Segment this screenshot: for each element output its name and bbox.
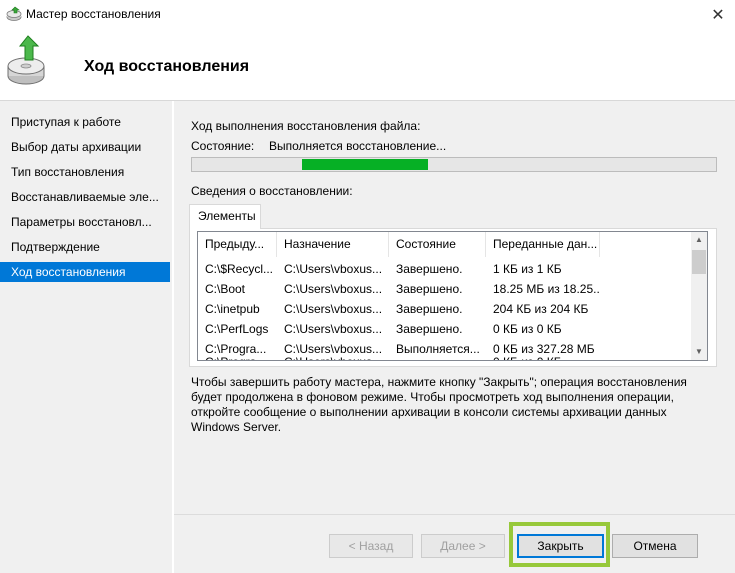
- cell-status: Завершено.: [396, 302, 463, 316]
- sidebar-item-label: Параметры восстановл...: [11, 215, 152, 229]
- scroll-up-icon[interactable]: ▲: [691, 232, 707, 248]
- scroll-down-icon[interactable]: ▼: [691, 344, 707, 360]
- close-button-highlight: [509, 522, 610, 567]
- cell-destination: C:\Users\vboxus...: [284, 282, 383, 296]
- cell-destination: C:\Users\vboxus...: [277, 352, 389, 360]
- cell-destination: C:\Users\vboxus...: [284, 322, 383, 336]
- cell-source: C:\PerfLogs: [205, 322, 269, 336]
- cell-status: Завершено.: [396, 322, 463, 336]
- table-row[interactable]: C:\inetpub C:\Users\vboxus... Завершено.…: [198, 299, 691, 319]
- restore-app-icon: [6, 6, 22, 21]
- sidebar-item-getting-started[interactable]: Приступая к работе: [0, 112, 170, 132]
- wizard-header: Ход восстановления: [0, 30, 735, 100]
- column-header-status[interactable]: Состояние: [389, 232, 486, 257]
- column-header-transferred[interactable]: Переданные дан...: [486, 232, 600, 257]
- table-row[interactable]: C:\$Recycl... C:\Users\vboxus... Заверше…: [198, 259, 691, 279]
- scroll-thumb[interactable]: [692, 250, 706, 274]
- restore-items-table[interactable]: Предыду... Назначение Состояние Переданн…: [197, 231, 708, 361]
- column-header-source[interactable]: Предыду...: [198, 232, 277, 257]
- cancel-button[interactable]: Отмена: [612, 534, 698, 558]
- sidebar-item-label: Приступая к работе: [11, 115, 121, 129]
- table-row[interactable]: C:\PerfLogs C:\Users\vboxus... Завершено…: [198, 319, 691, 339]
- sidebar-item-backup-date[interactable]: Выбор даты архивации: [0, 137, 170, 157]
- cell-source: C:\Progra...: [198, 352, 277, 360]
- cell-status: Завершено.: [396, 262, 463, 276]
- progress-caption: Ход выполнения восстановления файла:: [191, 119, 421, 133]
- details-caption: Сведения о восстановлении:: [191, 184, 353, 198]
- cell-transferred: 0 КБ из 0 КБ: [486, 352, 600, 360]
- sidebar-item-recovery-progress[interactable]: Ход восстановления: [0, 262, 170, 282]
- restore-disk-icon: [7, 35, 45, 85]
- tab-items[interactable]: Элементы: [189, 204, 261, 229]
- cell-destination: C:\Users\vboxus...: [284, 262, 383, 276]
- cell-destination: C:\Users\vboxus...: [284, 302, 383, 316]
- cell-transferred: 1 КБ из 1 КБ: [493, 262, 562, 276]
- close-window-button[interactable]: ✕: [701, 0, 735, 30]
- sidebar-item-label: Тип восстановления: [11, 165, 125, 179]
- cell-status: Завершено.: [396, 282, 463, 296]
- cell-transferred: 18.25 МБ из 18.25...: [493, 282, 600, 296]
- table-row[interactable]: C:\Boot C:\Users\vboxus... Завершено. 18…: [198, 279, 691, 299]
- column-header-destination[interactable]: Назначение: [277, 232, 389, 257]
- table-row[interactable]: C:\Progra... C:\Users\vboxus... 0 КБ из …: [198, 352, 691, 360]
- back-button[interactable]: < Назад: [329, 534, 413, 558]
- cell-transferred: 204 КБ из 204 КБ: [493, 302, 589, 316]
- close-icon: ✕: [711, 7, 725, 24]
- page-title: Ход восстановления: [84, 58, 250, 75]
- cell-source: C:\Boot: [205, 282, 246, 296]
- vertical-scrollbar[interactable]: ▲ ▼: [691, 232, 707, 360]
- cell-source: C:\$Recycl...: [205, 262, 274, 276]
- sidebar-item-confirmation[interactable]: Подтверждение: [0, 237, 170, 257]
- next-button[interactable]: Далее >: [421, 534, 505, 558]
- info-text: Чтобы завершить работу мастера, нажмите …: [191, 375, 687, 434]
- title-bar: Мастер восстановления ✕: [0, 0, 735, 30]
- cell-source: C:\inetpub: [205, 302, 260, 316]
- window-title: Мастер восстановления: [26, 7, 161, 21]
- sidebar-item-label: Ход восстановления: [11, 265, 126, 279]
- sidebar-item-items-to-recover[interactable]: Восстанавливаемые эле...: [0, 187, 170, 207]
- progress-bar: [191, 157, 717, 172]
- sidebar-item-recovery-type[interactable]: Тип восстановления: [0, 162, 170, 182]
- sidebar-item-label: Подтверждение: [11, 240, 100, 254]
- progress-fill: [302, 159, 428, 170]
- cell-status: [389, 352, 486, 360]
- sidebar-item-label: Выбор даты архивации: [11, 140, 142, 154]
- wizard-steps-sidebar: Приступая к работе Выбор даты архивации …: [0, 101, 172, 573]
- status-value: Выполняется восстановление...: [269, 139, 447, 153]
- sidebar-item-label: Восстанавливаемые эле...: [11, 190, 159, 204]
- status-label: Состояние:: [191, 139, 255, 153]
- cell-transferred: 0 КБ из 0 КБ: [493, 322, 562, 336]
- sidebar-item-recovery-options[interactable]: Параметры восстановл...: [0, 212, 170, 232]
